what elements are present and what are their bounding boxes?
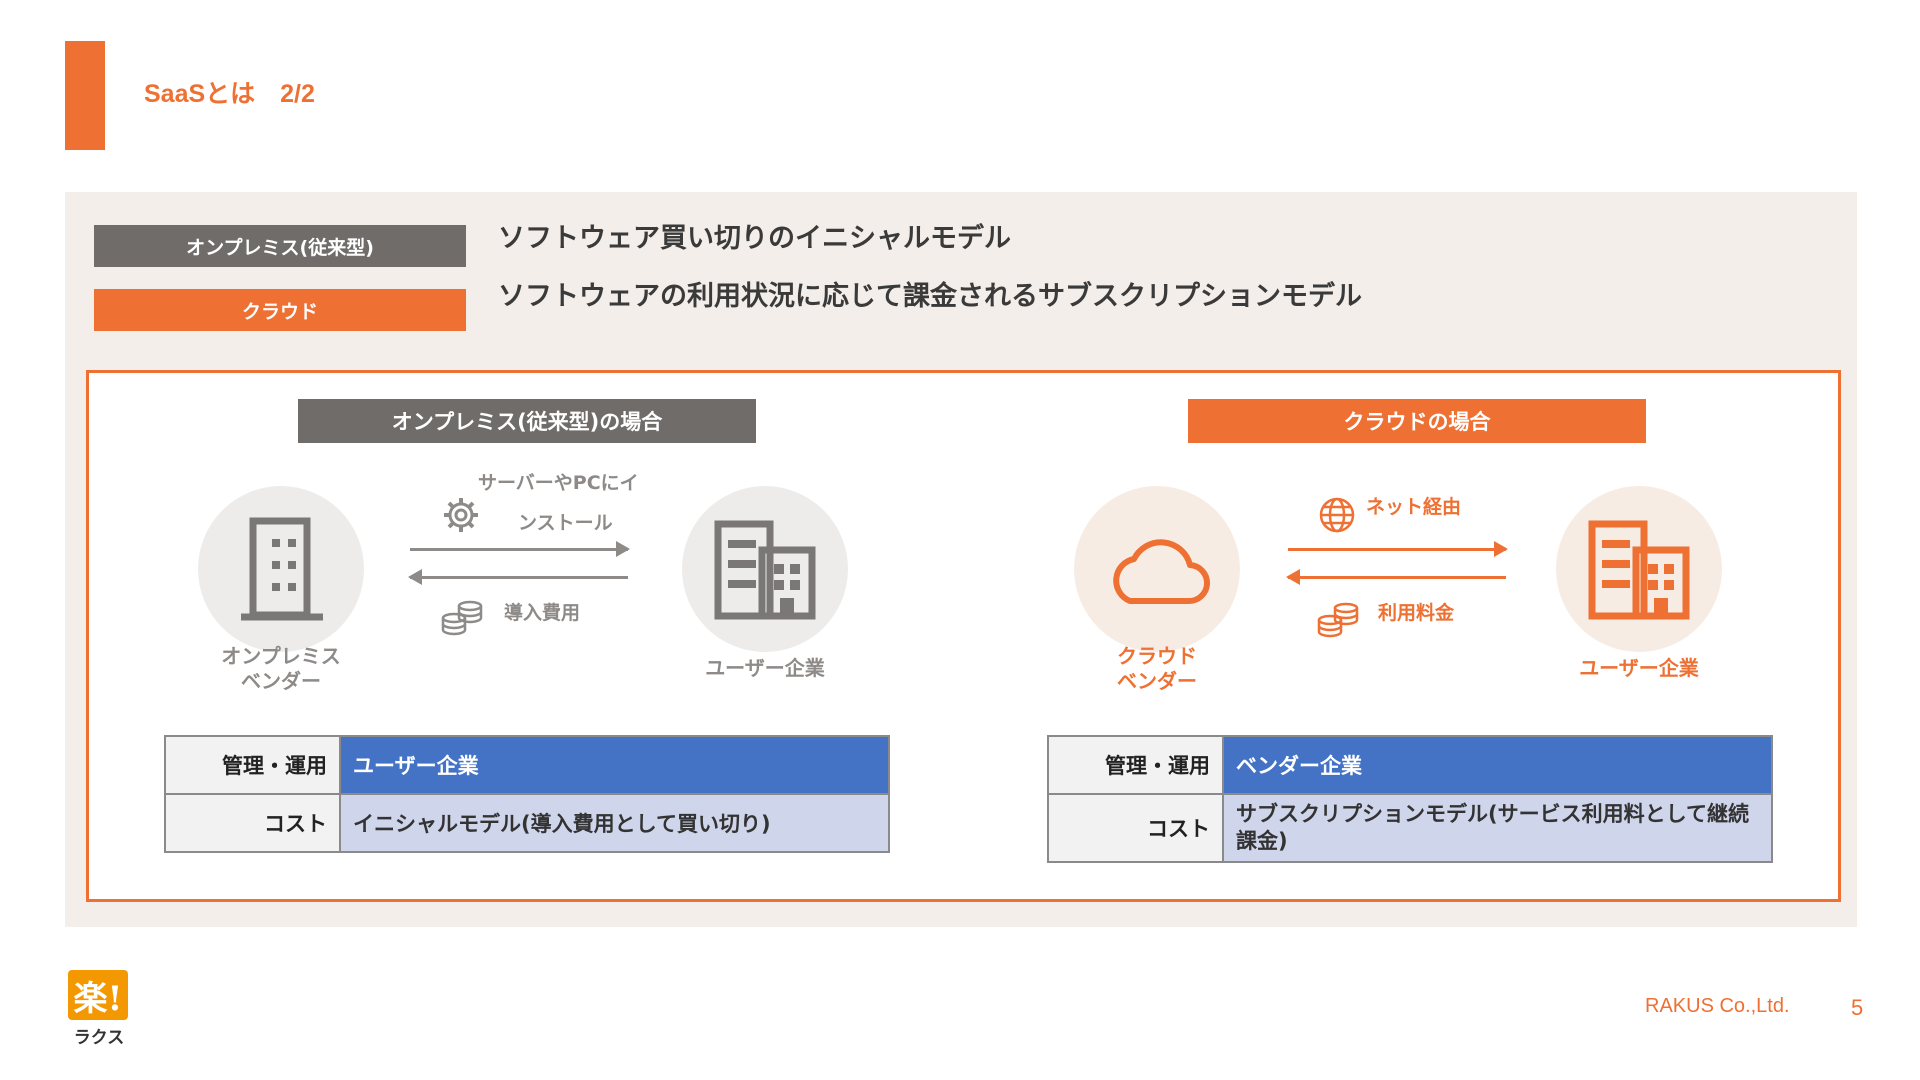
- table-row: コスト サブスクリプションモデル(サービス利用料として継続課金): [1047, 793, 1773, 863]
- onprem-vendor-label-line2: ベンダー: [241, 669, 321, 693]
- cloud-user-label: ユーザー企業: [1579, 656, 1699, 680]
- building-icon: [241, 517, 323, 621]
- cloud-icon: [1113, 539, 1211, 605]
- cloud-row1-key: 管理・運用: [1047, 735, 1224, 795]
- onprem-row2-key: コスト: [164, 793, 341, 853]
- rakus-logo: 楽! ラクス: [68, 970, 130, 1048]
- onprem-row1-key: 管理・運用: [164, 735, 341, 795]
- onprem-arrow-to-vendor: [408, 569, 628, 585]
- onprem-definition-tag: オンプレミス(従来型): [94, 225, 466, 267]
- onprem-vendor-label: オンプレミス ベンダー: [196, 644, 366, 694]
- gear-icon: [444, 498, 478, 532]
- cloud-row2-value: サブスクリプションモデル(サービス利用料として継続課金): [1222, 793, 1773, 863]
- onprem-user-label: ユーザー企業: [705, 656, 825, 680]
- cloud-info-table: 管理・運用 ベンダー企業 コスト サブスクリプションモデル(サービス利用料として…: [1047, 735, 1773, 863]
- cloud-flow-bottom: 利用料金: [1378, 602, 1455, 624]
- office-building-icon: [1588, 520, 1690, 620]
- cloud-user-circle: [1556, 486, 1722, 652]
- onprem-arrow-to-user: [410, 541, 630, 557]
- page-number: 5: [1851, 995, 1864, 1020]
- onprem-flow-top-line2: ンストール: [518, 512, 613, 534]
- table-row: 管理・運用 ユーザー企業: [164, 735, 890, 795]
- cloud-arrow-to-user: [1288, 541, 1508, 557]
- table-row: 管理・運用 ベンダー企業: [1047, 735, 1773, 795]
- cloud-section-heading: クラウドの場合: [1188, 399, 1646, 443]
- coins-icon: [441, 600, 483, 636]
- onprem-vendor-label-line1: オンプレミス: [221, 644, 341, 668]
- onprem-flow-bottom: 導入費用: [504, 602, 581, 624]
- table-row: コスト イニシャルモデル(導入費用として買い切り): [164, 793, 890, 853]
- rakus-logo-sub: ラクス: [73, 1028, 125, 1048]
- onprem-section-heading: オンプレミス(従来型)の場合: [298, 399, 756, 443]
- globe-icon: [1319, 497, 1355, 533]
- cloud-vendor-label-line1: クラウド: [1117, 644, 1197, 668]
- cloud-flow-top: ネット経由: [1366, 496, 1462, 518]
- office-building-icon: [714, 520, 816, 620]
- footer-company: RAKUS Co.,Ltd.: [1645, 995, 1790, 1017]
- onprem-user-circle: [682, 486, 848, 652]
- cloud-vendor-label: クラウド ベンダー: [1072, 644, 1242, 694]
- onprem-flow-top-line1: サーバーやPCにイ: [478, 472, 639, 494]
- cloud-vendor-circle: [1074, 486, 1240, 652]
- coins-icon: [1317, 602, 1359, 638]
- cloud-row2-key: コスト: [1047, 793, 1224, 863]
- onprem-vendor-circle: [198, 486, 364, 652]
- rakus-logo-mark: 楽!: [68, 970, 128, 1020]
- cloud-arrow-to-vendor: [1286, 569, 1506, 585]
- slide-title: SaaSとは 2/2: [144, 80, 315, 108]
- onprem-row2-value: イニシャルモデル(導入費用として買い切り): [339, 793, 890, 853]
- onprem-info-table: 管理・運用 ユーザー企業 コスト イニシャルモデル(導入費用として買い切り): [164, 735, 890, 853]
- cloud-definition-text: ソフトウェアの利用状況に応じて課金されるサブスクリプションモデル: [498, 281, 1362, 312]
- title-accent-bar: [65, 41, 105, 150]
- onprem-definition-text: ソフトウェア買い切りのイニシャルモデル: [498, 223, 1011, 254]
- cloud-vendor-label-line2: ベンダー: [1117, 669, 1197, 693]
- cloud-definition-tag: クラウド: [94, 289, 466, 331]
- cloud-row1-value: ベンダー企業: [1222, 735, 1773, 795]
- onprem-row1-value: ユーザー企業: [339, 735, 890, 795]
